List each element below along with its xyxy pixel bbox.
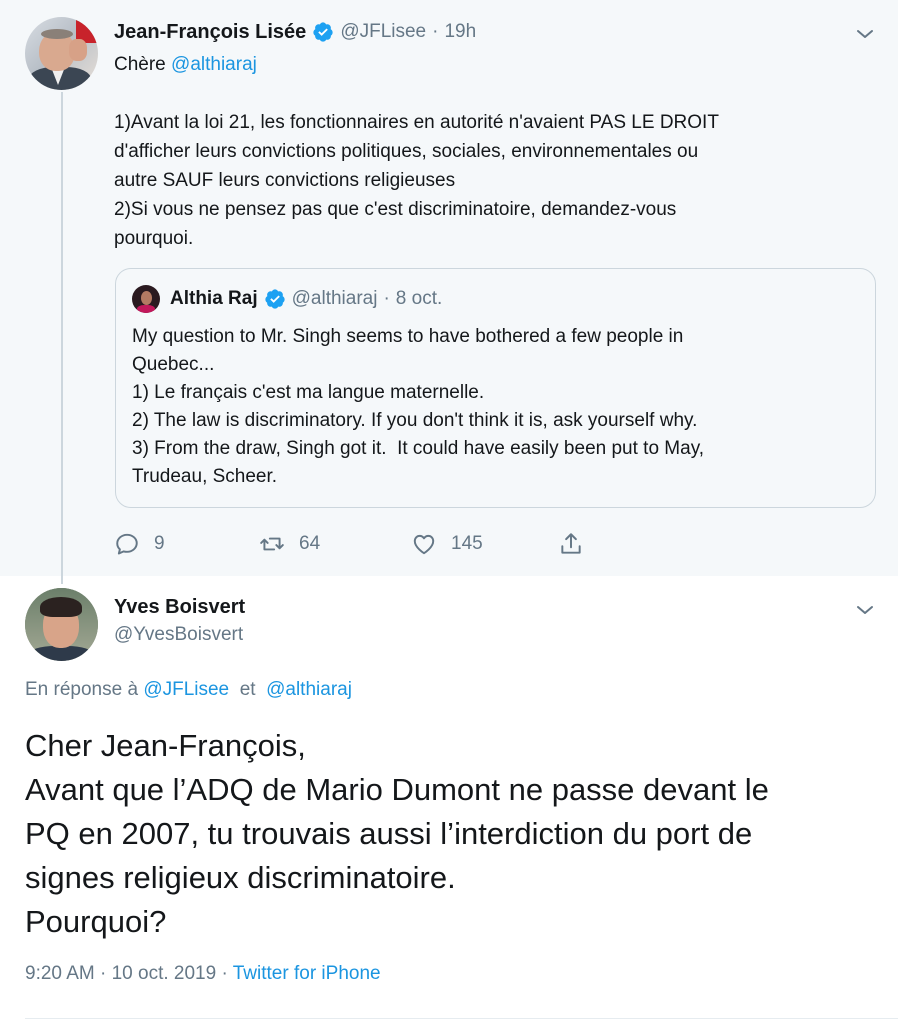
parent-tweet[interactable]: Jean-François Lisée @JFLisee · 19h Chère…: [0, 0, 898, 584]
mention-althiaraj[interactable]: @althiaraj: [171, 54, 257, 75]
chevron-down-icon[interactable]: [855, 600, 875, 620]
like-count: 145: [451, 533, 483, 554]
greeting-text: Chère: [114, 54, 172, 75]
mention-althiaraj[interactable]: @althiaraj: [266, 679, 352, 700]
quoted-date: 8 oct.: [395, 288, 443, 309]
verified-badge-icon: [264, 289, 285, 309]
author-handle[interactable]: @JFLisee: [340, 21, 426, 43]
retweet-button[interactable]: 64: [259, 528, 320, 560]
reply-icon: [116, 533, 138, 555]
retweet-count: 64: [299, 533, 321, 554]
parent-tweet-header: Jean-François Lisée @JFLisee · 19h: [114, 18, 476, 46]
reply-author-name[interactable]: Yves Boisvert: [114, 596, 245, 619]
quoted-tweet-text: My question to Mr. Singh seems to have b…: [132, 326, 705, 487]
quoted-time-separator: ·: [383, 288, 390, 309]
tweet-greeting: Chère @althiaraj: [114, 50, 257, 79]
in-reply-joiner: et: [229, 679, 267, 700]
meta-separator: ·: [216, 963, 233, 984]
retweet-icon: [260, 537, 284, 551]
tweet-date[interactable]: 10 oct. 2019: [112, 963, 217, 984]
avatar-yves-boisvert[interactable]: [25, 588, 98, 661]
like-button[interactable]: 145: [411, 528, 483, 560]
reply-author-handle[interactable]: @YvesBoisvert: [114, 624, 243, 646]
tweet-meta: 9:20 AM · 10 oct. 2019 · Twitter for iPh…: [25, 963, 381, 985]
quoted-author-name: Althia Raj: [170, 288, 258, 309]
quoted-tweet-header: Althia Raj @althiaraj · 8 oct.: [132, 285, 442, 313]
in-reply-to: En réponse à @JFLisee et @althiaraj: [25, 679, 352, 701]
avatar-jean-francois-lisee[interactable]: [25, 17, 98, 90]
mention-jflisee[interactable]: @JFLisee: [143, 679, 229, 700]
chevron-down-icon[interactable]: [855, 24, 875, 44]
reply-count: 9: [154, 533, 165, 554]
tweet-time[interactable]: 19h: [444, 21, 476, 43]
time-separator: ·: [432, 21, 439, 42]
share-button[interactable]: [558, 528, 598, 560]
avatar-althia-raj: [132, 285, 160, 313]
like-icon: [413, 534, 435, 555]
quoted-tweet-card[interactable]: Althia Raj @althiaraj · 8 oct. My questi…: [115, 268, 876, 508]
share-icon: [561, 533, 581, 554]
tweet-time[interactable]: 9:20 AM: [25, 963, 95, 984]
verified-badge-icon: [313, 22, 333, 42]
tweet-source-link[interactable]: Twitter for iPhone: [233, 963, 381, 984]
author-name[interactable]: Jean-François Lisée: [114, 21, 306, 44]
reply-button[interactable]: 9: [114, 528, 165, 560]
reply-tweet-text: Cher Jean-François, Avant que l’ADQ de M…: [25, 728, 769, 939]
tweet-text: 1)Avant la loi 21, les fonctionnaires en…: [114, 112, 719, 249]
thread-connector-line: [61, 92, 63, 584]
quoted-author-handle: @althiaraj: [291, 288, 378, 309]
in-reply-prefix: En réponse à: [25, 679, 144, 700]
divider: [25, 1018, 898, 1019]
meta-separator: ·: [94, 963, 112, 984]
